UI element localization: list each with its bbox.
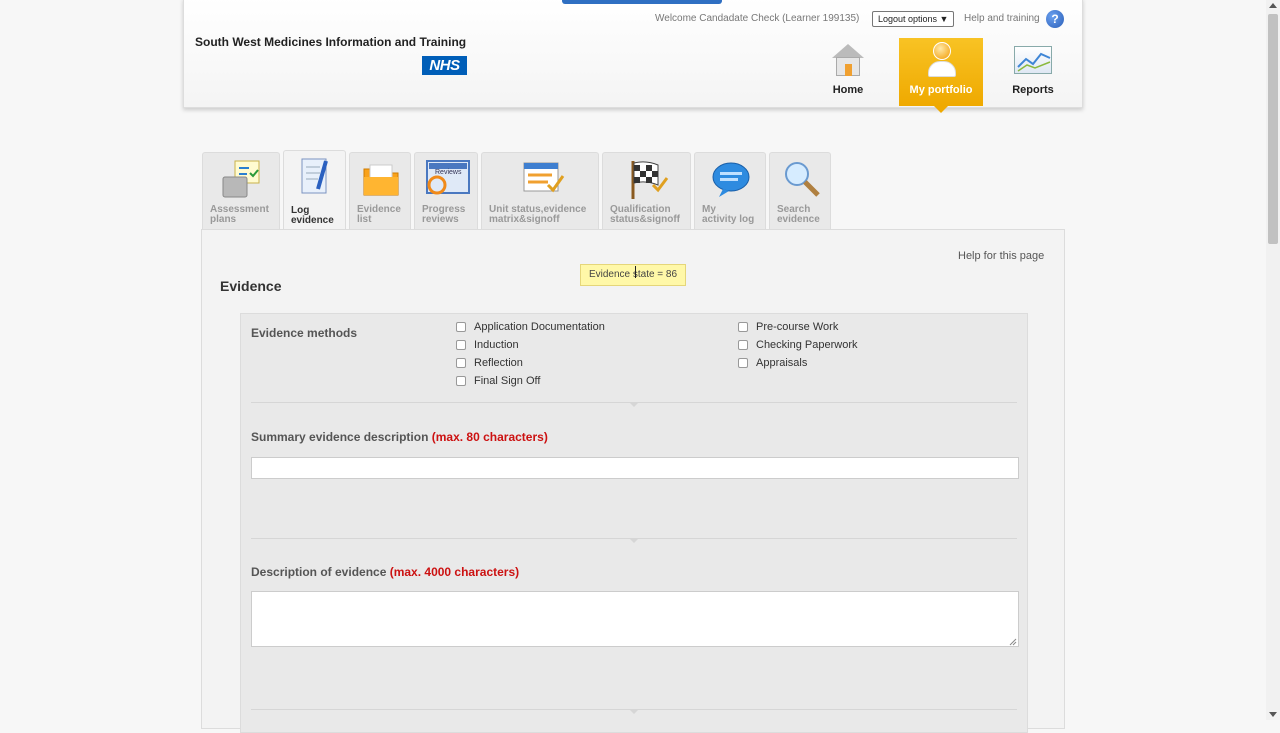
nav-home-label: Home [832, 84, 864, 96]
organisation-name: South West Medicines Information and Tra… [195, 35, 467, 49]
tab-log-evidence[interactable]: Log evidence [283, 150, 346, 230]
scroll-up-arrow[interactable] [1269, 3, 1277, 8]
nhs-logo: NHS [422, 56, 467, 75]
help-and-training-link[interactable]: Help and training [964, 13, 1040, 24]
page-title: Evidence [220, 278, 282, 294]
reviews-icon: Reviews [425, 159, 470, 199]
tab-progress-reviews[interactable]: Reviews Progress reviews [414, 152, 478, 229]
welcome-message: Welcome Candadate Check (Learner 199135) [655, 13, 860, 24]
nav-home[interactable]: Home [806, 38, 890, 106]
text-cursor [635, 266, 637, 278]
description-of-evidence-textarea[interactable] [251, 591, 1019, 647]
tab-label: Search evidence [777, 204, 820, 225]
evidence-form: Evidence methods Application Documentati… [240, 313, 1028, 733]
scroll-thumb[interactable] [1268, 14, 1278, 244]
summary-description-label: Summary evidence description (max. 80 ch… [251, 430, 548, 444]
checkbox[interactable] [456, 358, 466, 368]
description-of-evidence-label: Description of evidence (max. 4000 chara… [251, 565, 520, 579]
magnifier-icon [782, 159, 822, 199]
nav-reports[interactable]: Reports [991, 38, 1075, 106]
page-scrollbar[interactable] [1266, 0, 1280, 720]
summary-description-input[interactable] [251, 457, 1019, 479]
active-nav-pointer [934, 106, 948, 113]
tab-label: My activity log [702, 204, 755, 225]
checkbox[interactable] [738, 322, 748, 332]
matrix-check-icon [522, 159, 565, 199]
section-divider [251, 709, 1017, 714]
nav-reports-label: Reports [1012, 84, 1054, 96]
tab-label: Evidence list [357, 204, 401, 225]
tab-my-activity-log[interactable]: My activity log [694, 152, 766, 229]
clipboard-folder-icon [221, 159, 261, 199]
evidence-state-tooltip: Evidence state = 86 [580, 264, 686, 286]
section-divider [251, 402, 1017, 407]
speech-bubble-icon [711, 159, 751, 199]
site-header: South West Medicines Information and Tra… [183, 0, 1083, 113]
summary-char-limit: (max. 80 characters) [431, 430, 548, 444]
checkered-flag-icon [629, 159, 669, 199]
tab-unit-status-matrix-signoff[interactable]: Unit status,evidence matrix&signoff [481, 152, 599, 229]
reviews-badge: Reviews [435, 169, 462, 176]
checkbox[interactable] [456, 376, 466, 386]
tab-label: Qualification status&signoff [610, 204, 680, 225]
nav-my-portfolio[interactable]: My portfolio [899, 38, 983, 113]
evidence-methods-label: Evidence methods [251, 326, 358, 340]
header-accent-bar [562, 0, 722, 4]
tab-search-evidence[interactable]: Search evidence [769, 152, 831, 229]
tab-assessment-plans[interactable]: Assessment plans [202, 152, 280, 229]
content-panel: Help for this page Evidence state = 86 E… [201, 229, 1065, 733]
tab-qualification-status-signoff[interactable]: Qualification status&signoff [602, 152, 691, 229]
help-for-this-page-link[interactable]: Help for this page [958, 250, 1044, 262]
help-question-icon[interactable]: ? [1046, 10, 1064, 28]
chart-icon [1014, 46, 1052, 74]
description-char-limit: (max. 4000 characters) [389, 565, 520, 579]
folder-icon [362, 159, 402, 199]
checkbox[interactable] [738, 340, 748, 350]
resize-grip-icon[interactable] [1009, 638, 1017, 646]
checkbox[interactable] [738, 358, 748, 368]
person-icon [927, 42, 957, 80]
section-divider [251, 538, 1017, 543]
nav-portfolio-label: My portfolio [909, 84, 973, 96]
checkbox[interactable] [456, 322, 466, 332]
document-pen-icon [296, 157, 336, 197]
logout-options-dropdown[interactable]: Logout options ▼ [872, 11, 955, 27]
tab-label: Progress reviews [422, 204, 466, 225]
tab-label: Assessment plans [210, 204, 269, 225]
home-icon [832, 44, 864, 78]
checkbox[interactable] [456, 340, 466, 350]
tab-evidence-list[interactable]: Evidence list [349, 152, 411, 229]
scroll-down-arrow[interactable] [1269, 712, 1277, 717]
tab-label: Log evidence [291, 205, 334, 226]
tab-label: Unit status,evidence matrix&signoff [489, 204, 587, 225]
